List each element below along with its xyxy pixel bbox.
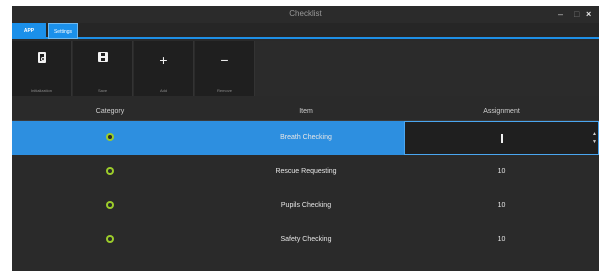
close-button[interactable]: × xyxy=(586,8,591,20)
plus-icon: + xyxy=(159,52,168,68)
table-row[interactable]: Pupils Checking 10 xyxy=(12,189,599,223)
minus-icon: − xyxy=(220,52,229,68)
header-item[interactable]: Item xyxy=(208,102,404,121)
menu-tabs: APP Settings xyxy=(12,23,599,39)
save-button[interactable]: Save xyxy=(73,41,133,96)
minimize-button[interactable]: – xyxy=(558,8,563,20)
initialization-button[interactable]: Initialization xyxy=(12,41,72,96)
status-icon xyxy=(106,201,114,210)
assignment-input[interactable]: ▲ ▼ xyxy=(404,121,599,155)
status-icon xyxy=(106,235,114,244)
status-icon xyxy=(106,167,114,176)
header-category[interactable]: Category xyxy=(12,102,208,121)
row-item: Safety Checking xyxy=(280,236,332,243)
maximize-button[interactable]: □ xyxy=(574,8,579,20)
table-row[interactable]: Rescue Requesting 10 xyxy=(12,155,599,189)
document-icon xyxy=(37,52,46,63)
spinner-arrows[interactable]: ▲ ▼ xyxy=(592,130,597,146)
remove-button[interactable]: − Remove xyxy=(195,41,255,96)
row-item: Breath Checking xyxy=(280,134,332,141)
tab-app[interactable]: APP xyxy=(12,23,46,39)
grid-header: Category Item Assignment xyxy=(12,102,599,121)
table-row[interactable]: Breath Checking ▲ ▼ xyxy=(12,121,599,155)
checklist-window: Checklist – □ × APP Settings Initializat… xyxy=(12,6,599,271)
tab-settings[interactable]: Settings xyxy=(48,23,78,39)
ribbon-toolbar: Initialization Save + Add − Remove xyxy=(12,41,599,96)
header-assignment[interactable]: Assignment xyxy=(404,102,599,121)
save-icon xyxy=(97,52,108,62)
row-assignment[interactable]: 10 xyxy=(404,155,599,189)
status-icon xyxy=(106,133,114,142)
row-item: Rescue Requesting xyxy=(275,168,337,175)
row-assignment[interactable]: 10 xyxy=(404,189,599,223)
table-row[interactable]: Safety Checking 10 xyxy=(12,223,599,257)
checklist-grid: Category Item Assignment Breath Checking… xyxy=(12,102,599,257)
save-label: Save xyxy=(97,88,108,93)
window-title: Checklist xyxy=(289,9,322,18)
remove-label: Remove xyxy=(217,88,232,93)
row-assignment[interactable]: 10 xyxy=(404,223,599,257)
initialization-label: Initialization xyxy=(31,88,52,93)
row-item: Pupils Checking xyxy=(280,202,332,209)
text-cursor xyxy=(500,133,503,143)
add-button[interactable]: + Add xyxy=(134,41,194,96)
title-bar: Checklist – □ × xyxy=(12,6,599,23)
add-label: Add xyxy=(159,88,168,93)
